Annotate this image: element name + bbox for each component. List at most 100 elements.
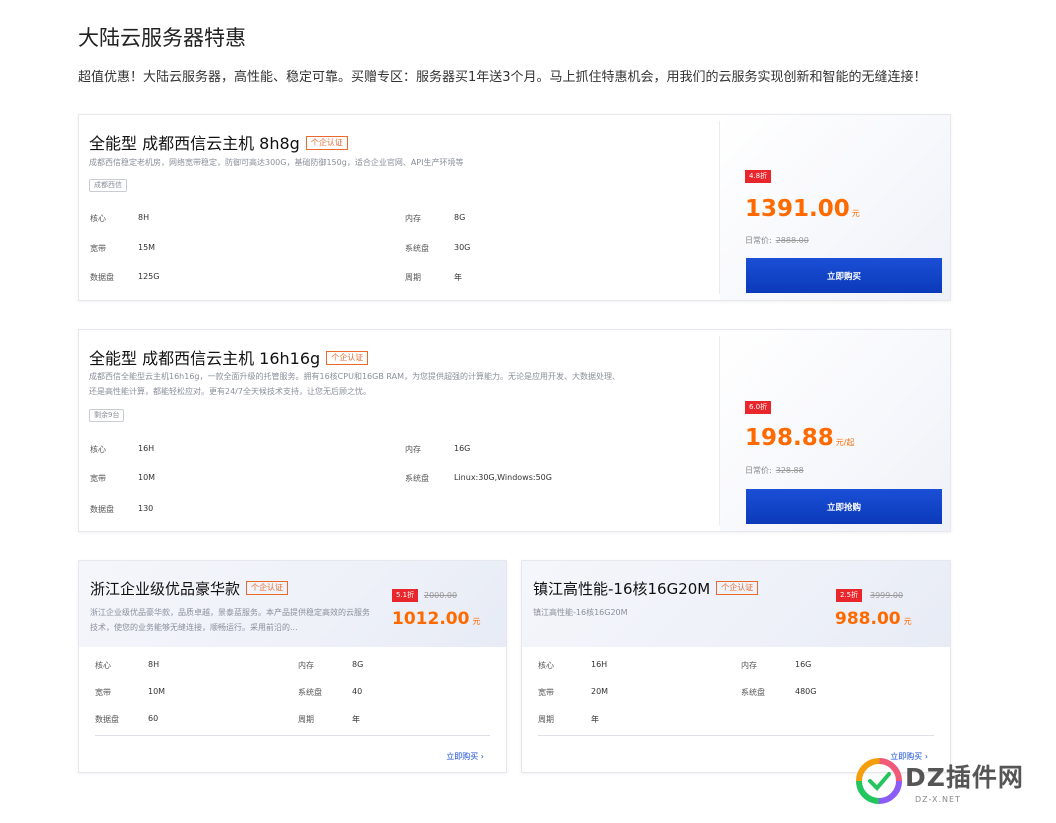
watermark-text: DZ插件网 [905, 763, 1024, 792]
spec-value-core: 8H [138, 213, 150, 222]
spec-label-sysdisk: 系统盘 [405, 244, 429, 253]
spec-label-bandwidth: 宽带 [538, 688, 554, 697]
spec-value-period: 年 [352, 715, 360, 724]
spec-label-sysdisk: 系统盘 [405, 474, 429, 483]
original-price-label: 日常价: [745, 236, 772, 245]
product-name: 浙江企业级优品豪华款 [90, 580, 241, 598]
original-price-value: 328.88 [775, 466, 804, 475]
spec-label-datadisk: 数据盘 [95, 715, 119, 724]
price-unit: 元 [903, 617, 912, 626]
spec-value-bandwidth: 20M [591, 687, 609, 696]
verify-badge: 个企认证 [716, 580, 759, 595]
original-price: 日常价: 328.88 [745, 465, 804, 476]
page: 大陆云服务器特惠 超值优惠！大陆云服务器，高性能、稳定可靠。买赠专区：服务器买1… [0, 0, 1056, 823]
price: 1012.00 元 [392, 609, 480, 629]
product-info: 全能型 成都西信云主机 8h8g 个企认证 成都西信稳定老机房，网络宽带稳定，防御… [79, 115, 719, 300]
spec-label-mem: 内存 [298, 661, 314, 670]
price: 198.88 元/起 [745, 425, 854, 451]
spec-label-bandwidth: 宽带 [90, 244, 106, 253]
spec-value-sysdisk: 40 [352, 687, 363, 696]
discount-badge: 6.0折 [745, 401, 772, 414]
spec-value-bandwidth: 10M [138, 473, 156, 482]
spec-value-core: 16H [591, 660, 608, 669]
spec-value-datadisk: 60 [148, 714, 159, 723]
spec-value-period: 年 [454, 273, 462, 282]
dz-logo-icon [856, 758, 902, 804]
product-tag: 成都西信 [89, 179, 127, 192]
divider [538, 735, 934, 736]
product-desc-line-2: 还是高性能计算，都能轻松应对。更有24/7全天候技术支持，让您无后顾之忧。 [89, 387, 371, 396]
product-name: 全能型 成都西信云主机 16h16g [89, 349, 321, 368]
price-panel: 6.0折 198.88 元/起 日常价: 328.88 立即抢购 [720, 330, 950, 531]
spec-label-mem: 内存 [405, 445, 421, 454]
price: 1391.00 元 [745, 196, 860, 222]
spec-value-mem: 8G [454, 213, 466, 222]
verify-badge: 个企认证 [305, 135, 348, 150]
spec-value-core: 16H [138, 444, 155, 453]
spec-label-core: 核心 [90, 445, 106, 454]
discount-badge: 4.8折 [745, 170, 772, 183]
price-value: 988.00 [835, 609, 901, 629]
original-price: 3999.00 [870, 591, 904, 600]
verify-badge: 个企认证 [246, 580, 289, 595]
product-name: 镇江高性能-16核16G20M [533, 580, 711, 598]
card-header: 浙江企业级优品豪华款 个企认证 浙江企业级优品豪华款，品质卓越，景泰蓝服务。本产品… [79, 561, 506, 647]
spec-label-bandwidth: 宽带 [95, 688, 111, 697]
original-price: 2000.00 [424, 591, 458, 600]
discount-badge: 2.5折 [836, 589, 863, 602]
spec-label-core: 核心 [538, 661, 554, 670]
page-subtitle: 超值优惠！大陆云服务器，高性能、稳定可靠。买赠专区：服务器买1年送3个月。马上抓… [78, 70, 927, 85]
card-header: 镇江高性能-16核16G20M 个企认证 镇江高性能-16核16G20M 2.5折… [522, 561, 950, 647]
product-desc: 镇江高性能-16核16G20M [533, 608, 628, 617]
spec-label-core: 核心 [95, 661, 111, 670]
product-title: 全能型 成都西信云主机 16h16g 个企认证 [89, 345, 369, 369]
spec-value-sysdisk: 480G [795, 687, 817, 696]
spec-value-mem: 8G [352, 660, 364, 669]
spec-label-mem: 内存 [741, 661, 757, 670]
price-value: 198.88 [745, 425, 834, 451]
verify-badge: 个企认证 [326, 350, 369, 365]
product-title: 镇江高性能-16核16G20M 个企认证 [533, 578, 759, 599]
spec-value-mem: 16G [454, 444, 471, 453]
price-unit: 元 [851, 209, 860, 218]
spec-value-period: 年 [591, 715, 599, 724]
spec-value-sysdisk: Linux:30G,Windows:50G [454, 473, 552, 482]
price-unit: 元/起 [835, 438, 855, 447]
discount-badge: 5.1折 [392, 589, 419, 602]
spec-label-period: 周期 [298, 715, 314, 724]
product-card-zhejiang: 浙江企业级优品豪华款 个企认证 浙江企业级优品豪华款，品质卓越，景泰蓝服务。本产品… [78, 560, 507, 773]
buy-now-button[interactable]: 立即购买 [746, 258, 942, 293]
buy-now-link[interactable]: 立即购买 › [446, 751, 484, 762]
spec-value-datadisk: 130 [138, 504, 154, 513]
spec-value-mem: 16G [795, 660, 812, 669]
spec-value-sysdisk: 30G [454, 243, 471, 252]
price: 988.00 元 [835, 609, 912, 629]
buy-now-button[interactable]: 立即抢购 [746, 489, 942, 524]
product-title: 浙江企业级优品豪华款 个企认证 [90, 578, 289, 599]
spec-value-bandwidth: 10M [148, 687, 166, 696]
spec-label-core: 核心 [90, 214, 106, 223]
product-card-zhenjiang: 镇江高性能-16核16G20M 个企认证 镇江高性能-16核16G20M 2.5折… [521, 560, 951, 773]
spec-label-period: 周期 [405, 273, 421, 282]
stock-tag: 剩余9台 [89, 409, 125, 422]
product-desc: 成都西信全能型云主机16h16g，一款全面升级的托管服务。拥有16核CPU和16… [89, 369, 709, 399]
page-title: 大陆云服务器特惠 [78, 26, 246, 50]
price-value: 1012.00 [392, 609, 470, 629]
spec-label-sysdisk: 系统盘 [741, 688, 765, 697]
product-desc-line-1: 成都西信全能型云主机16h16g，一款全面升级的托管服务。拥有16核CPU和16… [89, 372, 620, 381]
spec-label-bandwidth: 宽带 [90, 474, 106, 483]
product-desc: 浙江企业级优品豪华款，品质卓越，景泰蓝服务。本产品提供稳定高效的云服务技术，使您… [90, 608, 370, 632]
spec-label-period: 周期 [538, 715, 554, 724]
product-card-8h8g: 全能型 成都西信云主机 8h8g 个企认证 成都西信稳定老机房，网络宽带稳定，防御… [78, 114, 951, 301]
product-desc: 成都西信稳定老机房，网络宽带稳定，防御可高达300G，基础防御150g，适合企业… [89, 158, 464, 167]
price-panel: 4.8折 1391.00 元 日常价: 2888.00 立即购买 [720, 115, 950, 300]
watermark: DZ插件网 DZ-X.NET [855, 755, 1055, 823]
watermark-subtext: DZ-X.NET [915, 795, 961, 804]
original-price: 日常价: 2888.00 [745, 235, 809, 246]
divider [95, 735, 490, 736]
original-price-value: 2888.00 [775, 236, 809, 245]
original-price-label: 日常价: [745, 466, 772, 475]
price-value: 1391.00 [745, 196, 850, 222]
spec-label-datadisk: 数据盘 [90, 273, 114, 282]
spec-label-datadisk: 数据盘 [90, 505, 114, 514]
